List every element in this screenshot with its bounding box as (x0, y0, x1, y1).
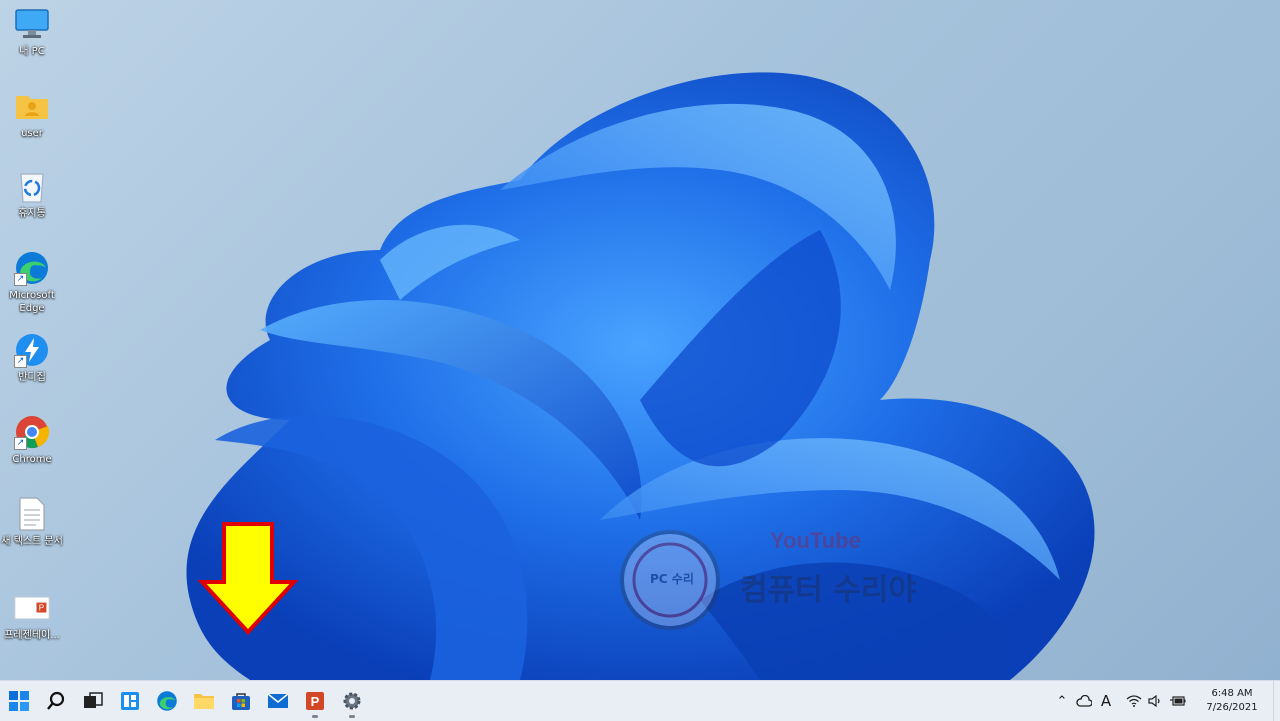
edge-icon (156, 691, 177, 711)
show-desktop-button[interactable] (1273, 681, 1280, 721)
store-icon (231, 693, 250, 710)
search-button[interactable] (37, 681, 74, 721)
chevron-up-icon: ⌃ (1056, 693, 1068, 709)
desktop-icon-label: user (21, 128, 43, 139)
desktop-icon-this-pc[interactable]: 내 PC (0, 6, 64, 58)
desktop-icon-recycle-bin[interactable]: 휴지통 (0, 168, 64, 220)
user-folder-icon (14, 88, 50, 124)
system-tray: ⌃ A 6:48 AM 7/26/2021 (1051, 681, 1280, 721)
desktop-icon-label: 휴지통 (18, 208, 46, 219)
powerpoint-icon: P (305, 692, 324, 710)
desktop-icon-bandizip[interactable]: ↗ 반디집 (0, 332, 64, 384)
search-icon (46, 691, 64, 710)
channel-watermark: YouTube 컴퓨터 수리야 PC 수리 (620, 520, 940, 640)
running-indicator (348, 715, 355, 718)
recycle-bin-icon (14, 168, 50, 204)
desktop-icon-edge[interactable]: ↗ Microsoft Edge (0, 250, 64, 315)
store-button[interactable] (222, 681, 259, 721)
desktop-icon-label: 새 텍스트 문서 (1, 536, 63, 547)
gear-icon (343, 692, 360, 710)
svg-text:P: P (310, 694, 319, 709)
taskbar: P ⌃ A 6:48 AM 7/26/2021 (0, 680, 1280, 721)
monitor-icon (14, 6, 50, 42)
battery-plug-icon (1170, 696, 1186, 706)
desktop-icon-user[interactable]: user (0, 88, 64, 140)
edge-icon: ↗ (14, 250, 50, 286)
shortcut-arrow-icon: ↗ (14, 355, 27, 368)
desktop-icon-presentation[interactable]: P 프레젠테이... (0, 590, 64, 642)
mail-icon (267, 693, 288, 708)
shortcut-arrow-icon: ↗ (14, 437, 27, 450)
desktop-icon-label: 반디집 (18, 372, 46, 383)
yellow-arrow-annotation (198, 522, 298, 635)
desktop-icon-chrome[interactable]: ↗ Chrome (0, 414, 64, 466)
desktop-icon-label: Chrome (12, 454, 52, 465)
desktop-icon-label: Microsoft Edge (9, 290, 55, 314)
bandizip-icon: ↗ (14, 332, 50, 368)
windows-start-icon (8, 691, 29, 711)
widgets-icon (120, 692, 139, 710)
clock[interactable]: 6:48 AM 7/26/2021 (1195, 687, 1269, 715)
watermark-channel: 컴퓨터 수리야 (740, 573, 917, 608)
desktop-icon-label: 프레젠테이... (4, 630, 60, 641)
mail-button[interactable] (259, 681, 296, 721)
clock-time: 6:48 AM (1211, 688, 1253, 699)
folder-icon (193, 694, 214, 709)
cloud-icon (1076, 695, 1092, 707)
chrome-icon: ↗ (14, 414, 50, 450)
desktop-icon-label: 내 PC (19, 46, 45, 57)
text-document-icon (14, 496, 50, 532)
show-hidden-icons-button[interactable]: ⌃ (1051, 681, 1073, 721)
watermark-sub: PC 수리 (650, 572, 694, 586)
task-view-button[interactable] (74, 681, 111, 721)
task-view-icon (83, 692, 103, 708)
desktop-icon-text-document[interactable]: 새 텍스트 문서 (0, 496, 64, 548)
clock-date: 7/26/2021 (1206, 702, 1258, 713)
svg-text:P: P (39, 604, 44, 613)
shortcut-arrow-icon: ↗ (14, 273, 27, 286)
battery-button[interactable] (1167, 681, 1189, 721)
edge-button[interactable] (148, 681, 185, 721)
powerpoint-file-icon: P (14, 590, 50, 626)
start-button[interactable] (0, 681, 37, 721)
running-indicator (311, 715, 318, 718)
watermark-youtube: YouTube (770, 528, 861, 553)
network-button[interactable] (1123, 681, 1145, 721)
taskbar-apps: P (0, 681, 370, 721)
ime-indicator: A (1100, 692, 1112, 710)
wifi-icon (1126, 695, 1142, 707)
settings-button[interactable] (333, 681, 370, 721)
widgets-button[interactable] (111, 681, 148, 721)
onedrive-button[interactable] (1073, 681, 1095, 721)
file-explorer-button[interactable] (185, 681, 222, 721)
powerpoint-button[interactable]: P (296, 681, 333, 721)
volume-button[interactable] (1145, 681, 1167, 721)
speaker-icon (1148, 695, 1160, 707)
input-method-button[interactable]: A (1095, 681, 1117, 721)
